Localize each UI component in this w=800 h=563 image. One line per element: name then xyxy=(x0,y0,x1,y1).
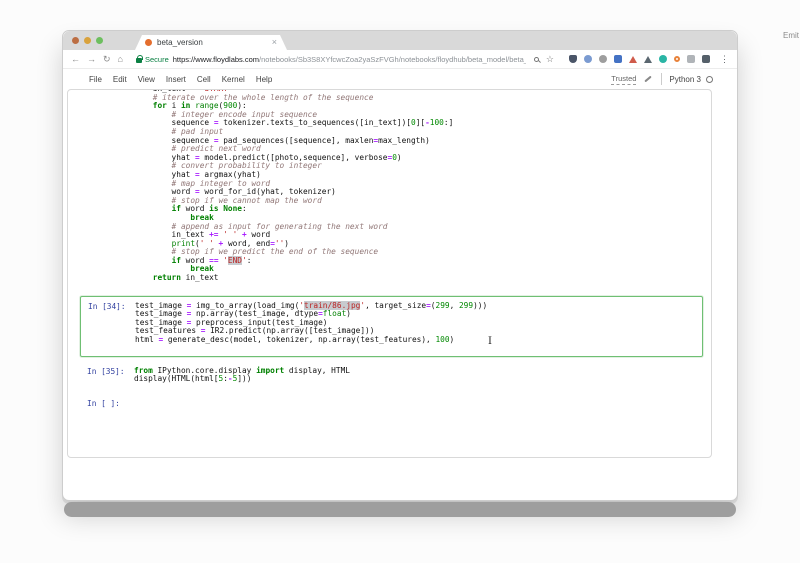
orange-ring-extension-icon[interactable] xyxy=(674,56,680,62)
kernel-name: Python 3 xyxy=(669,75,701,84)
cell-prompt: In [35]: xyxy=(68,367,134,384)
notebook-content: in_text = 'START' # iterate over the who… xyxy=(67,89,712,458)
dark-fan-extension-icon[interactable] xyxy=(644,56,652,63)
close-window-button[interactable] xyxy=(72,37,79,44)
home-icon[interactable]: ⌂ xyxy=(118,55,123,64)
address-bar[interactable]: https://www.floydlabs.com/notebooks/Sb3S… xyxy=(173,55,526,64)
extension-icons xyxy=(569,55,710,63)
minimize-window-button[interactable] xyxy=(84,37,91,44)
menu-kernel[interactable]: Kernel xyxy=(222,75,245,84)
menu-insert[interactable]: Insert xyxy=(166,75,186,84)
pencil-icon xyxy=(645,76,652,83)
blue-square-extension-icon[interactable] xyxy=(614,55,622,63)
code-cell[interactable]: In [ ]: xyxy=(68,399,711,409)
notebook-menu: File Edit View Insert Cell Kernel Help xyxy=(89,75,283,84)
menu-view[interactable]: View xyxy=(138,75,155,84)
browser-toolbar: ← → ↻ ⌂ Secure https://www.floydlabs.com… xyxy=(63,50,737,69)
padlock-icon xyxy=(136,58,142,63)
chrome-menu-icon[interactable]: ⋮ xyxy=(720,54,729,65)
browser-tab[interactable]: beta_version × xyxy=(135,35,287,50)
trusted-badge[interactable]: Trusted xyxy=(611,74,636,85)
cell-code[interactable]: test_image = img_to_array(load_img('trai… xyxy=(135,302,487,345)
search-icon[interactable] xyxy=(534,57,539,62)
gray-circle-extension-icon[interactable] xyxy=(599,55,607,63)
zoom-window-button[interactable] xyxy=(96,37,103,44)
back-icon[interactable]: ← xyxy=(71,55,80,64)
tab-close-icon[interactable]: × xyxy=(272,38,277,47)
menu-file[interactable]: File xyxy=(89,75,102,84)
cell-code[interactable]: from IPython.core.display import display… xyxy=(134,367,350,384)
blue-circle-extension-icon[interactable] xyxy=(584,55,592,63)
notebook-status-area: Trusted Python 3 xyxy=(611,73,713,85)
browser-action-icons: ☆ ⋮ xyxy=(534,54,729,65)
reload-icon[interactable]: ↻ xyxy=(103,55,111,64)
gray-square-extension-icon[interactable] xyxy=(687,55,695,63)
kernel-status-icon xyxy=(706,76,713,83)
menu-cell[interactable]: Cell xyxy=(197,75,211,84)
secure-label: Secure xyxy=(145,55,169,64)
cell-prompt xyxy=(68,89,134,283)
jupyter-favicon-icon xyxy=(145,39,152,46)
cell-prompt: In [ ]: xyxy=(68,399,134,409)
notebook-cells: in_text = 'START' # iterate over the who… xyxy=(68,89,711,408)
window-traffic-lights xyxy=(72,37,103,44)
code-cell[interactable]: In [35]:from IPython.core.display import… xyxy=(68,367,711,384)
url-host: https://www.floydlabs.com xyxy=(173,55,259,64)
shield-extension-icon[interactable] xyxy=(569,55,577,63)
browser-window: beta_version × ← → ↻ ⌂ Secure https://ww… xyxy=(62,30,738,501)
notebook-menubar: File Edit View Insert Cell Kernel Help Trusted… xyxy=(63,69,737,89)
bookmark-star-icon[interactable]: ☆ xyxy=(546,55,554,64)
tab-title: beta_version xyxy=(157,38,203,47)
text-cursor-pointer: I xyxy=(488,336,492,347)
separator xyxy=(661,73,662,85)
browser-tab-bar: beta_version × xyxy=(63,31,737,50)
teal-circle-extension-icon[interactable] xyxy=(659,55,667,63)
cell-prompt: In [34]: xyxy=(81,302,135,345)
url-path: /notebooks/Sb3S8XYfcwcZoa2yaSzFVGh/noteb… xyxy=(259,55,526,64)
menu-edit[interactable]: Edit xyxy=(113,75,127,84)
cell-code[interactable]: in_text = 'START' # iterate over the who… xyxy=(134,89,453,283)
code-cell[interactable]: In [34]:test_image = img_to_array(load_i… xyxy=(80,296,703,357)
page-corner-label: Emit xyxy=(783,31,799,40)
dark-square-extension-icon[interactable] xyxy=(702,55,710,63)
forward-icon[interactable]: → xyxy=(87,55,96,64)
red-caret-extension-icon[interactable] xyxy=(629,56,637,63)
menu-help[interactable]: Help xyxy=(256,75,272,84)
code-cell[interactable]: in_text = 'START' # iterate over the who… xyxy=(68,89,711,283)
